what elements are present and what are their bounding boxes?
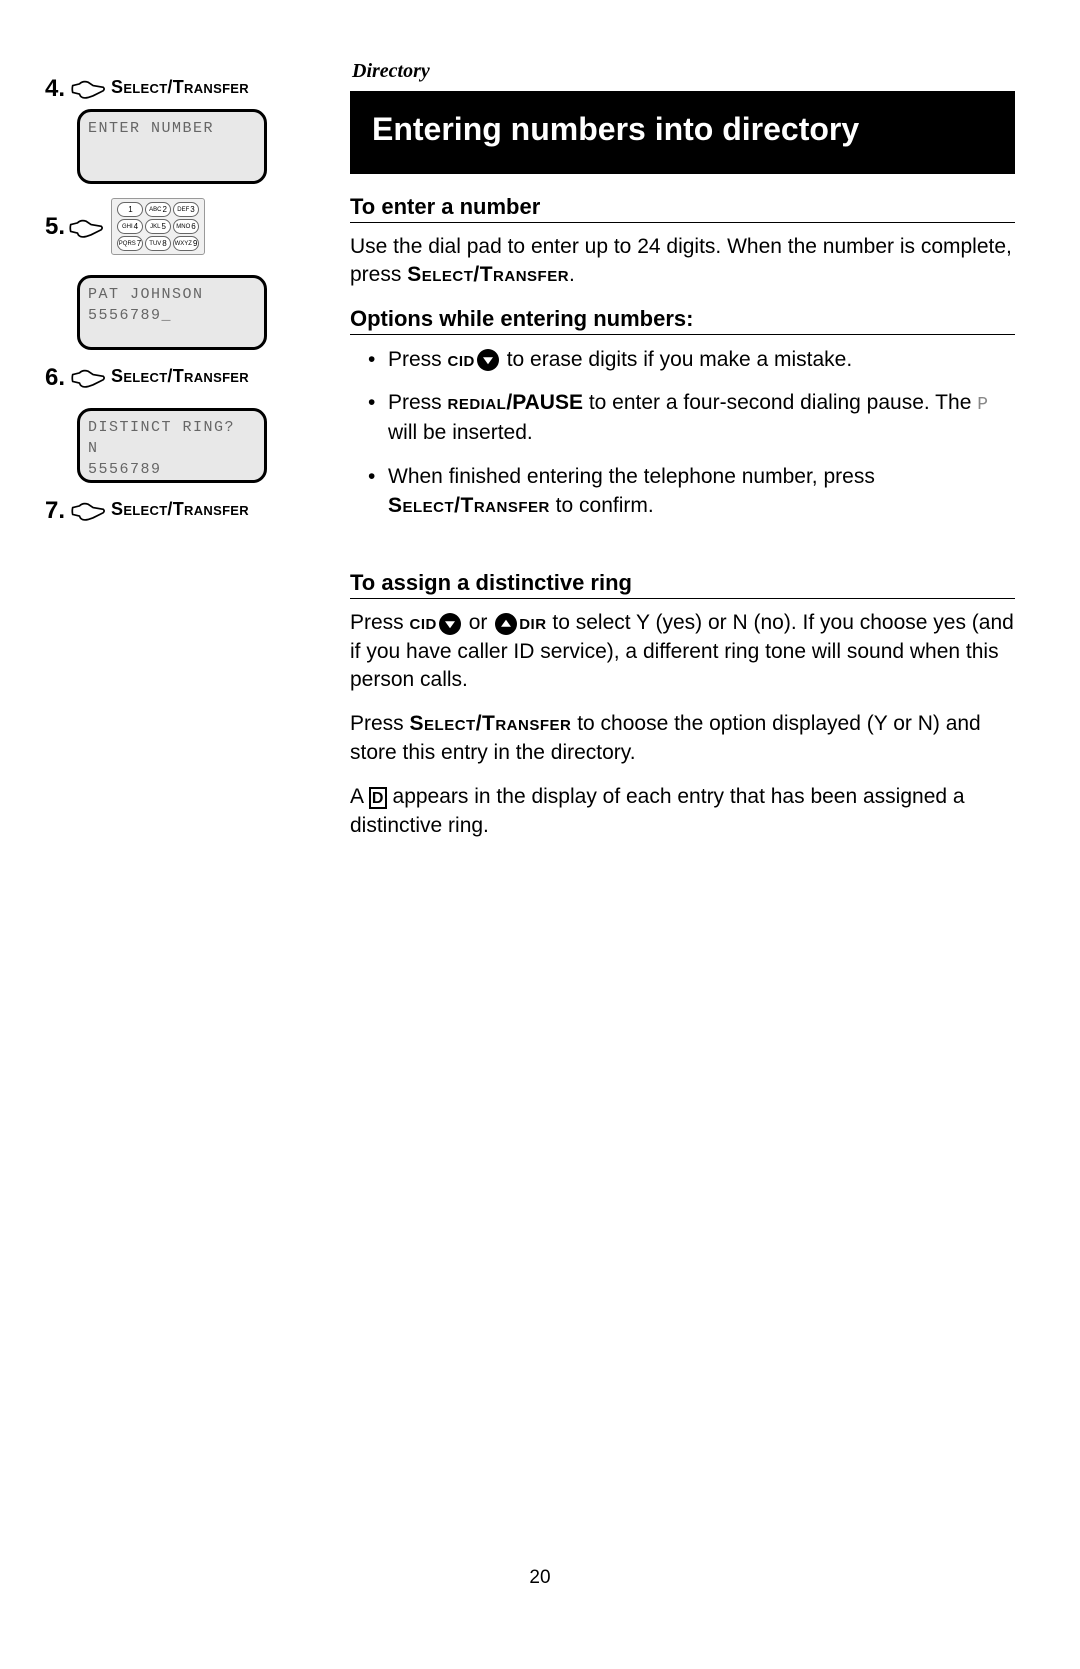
key-3: DEF3: [173, 202, 199, 217]
step-number: 4.: [45, 75, 65, 103]
page-title: Entering numbers into directory: [350, 91, 1015, 174]
ring-body-2: Press Select/Transfer to choose the opti…: [350, 710, 1015, 767]
select-transfer-key: Select/Transfer: [407, 263, 569, 286]
down-arrow-icon: [439, 613, 461, 635]
step-label: Select/Transfer: [111, 366, 249, 387]
key-9: WXYZ9: [173, 236, 199, 251]
option-confirm: When finished entering the telephone num…: [368, 462, 1015, 521]
select-transfer-key: Select/Transfer: [388, 494, 550, 517]
cid-key: cid: [410, 611, 437, 634]
enter-number-body: Use the dial pad to enter up to 24 digit…: [350, 233, 1015, 290]
lcd-screen-pat-johnson: PAT JOHNSON 5556789_: [77, 275, 267, 350]
step-6: 6. Select/Transfer: [45, 364, 325, 392]
step-7: 7. Select/Transfer: [45, 497, 325, 525]
dir-key: dir: [519, 611, 546, 634]
key-7: PQRS7: [117, 236, 143, 251]
lcd-line-1: PAT JOHNSON: [88, 284, 256, 305]
key-2: ABC2: [145, 202, 171, 217]
pointing-hand-icon: [71, 499, 105, 523]
heading-options: Options while entering numbers:: [350, 306, 1015, 335]
step-5: 5. 1 ABC2 DEF3 GHI4 JKL5 MNO6 PQRS7 TUV8…: [45, 198, 325, 255]
options-list: Press cid to erase digits if you make a …: [350, 345, 1015, 521]
step-4: 4. Select/Transfer: [45, 75, 325, 103]
left-column: 4. Select/Transfer ENTER NUMBER 5. 1 ABC…: [45, 60, 325, 856]
ring-body-3: A D appears in the display of each entry…: [350, 783, 1015, 840]
lcd-line-1: DISTINCT RING? N: [88, 417, 256, 459]
pointing-hand-icon: [71, 77, 105, 101]
up-arrow-icon: [495, 613, 517, 635]
breadcrumb: Directory: [350, 60, 1015, 83]
lcd-screen-enter-number: ENTER NUMBER: [77, 109, 267, 184]
step-label: Select/Transfer: [111, 499, 249, 520]
heading-distinctive-ring: To assign a distinctive ring: [350, 570, 1015, 599]
key-1: 1: [117, 202, 143, 217]
dial-keypad: 1 ABC2 DEF3 GHI4 JKL5 MNO6 PQRS7 TUV8 WX…: [111, 198, 205, 255]
key-6: MNO6: [173, 219, 199, 234]
pointing-hand-icon: [71, 366, 105, 390]
lcd-line-2: 5556789_: [88, 305, 256, 326]
page-number: 20: [0, 1567, 1080, 1589]
option-erase: Press cid to erase digits if you make a …: [368, 345, 1015, 374]
lcd-screen-distinct-ring: DISTINCT RING? N 5556789: [77, 408, 267, 483]
option-pause: Press redial/PAUSE to enter a four-secon…: [368, 388, 1015, 448]
step-number: 6.: [45, 364, 65, 392]
right-column: Directory Entering numbers into director…: [350, 60, 1015, 856]
step-label: Select/Transfer: [111, 77, 249, 98]
pause-key: /PAUSE: [506, 391, 583, 414]
ring-body-1: Press cid or dir to select Y (yes) or N …: [350, 609, 1015, 694]
down-arrow-icon: [477, 349, 499, 371]
select-transfer-key: Select/Transfer: [410, 712, 572, 735]
d-indicator-icon: D: [369, 787, 387, 809]
heading-to-enter-number: To enter a number: [350, 194, 1015, 223]
lcd-line-2: 5556789: [88, 459, 256, 480]
step-number: 5.: [45, 213, 65, 241]
redial-key: redial: [448, 391, 507, 414]
key-4: GHI4: [117, 219, 143, 234]
cid-key: cid: [448, 348, 475, 371]
key-5: JKL5: [145, 219, 171, 234]
pointing-hand-icon: [69, 216, 103, 240]
key-8: TUV8: [145, 236, 171, 251]
pause-glyph: P: [977, 395, 988, 415]
lcd-line-1: ENTER NUMBER: [88, 118, 256, 139]
step-number: 7.: [45, 497, 65, 525]
